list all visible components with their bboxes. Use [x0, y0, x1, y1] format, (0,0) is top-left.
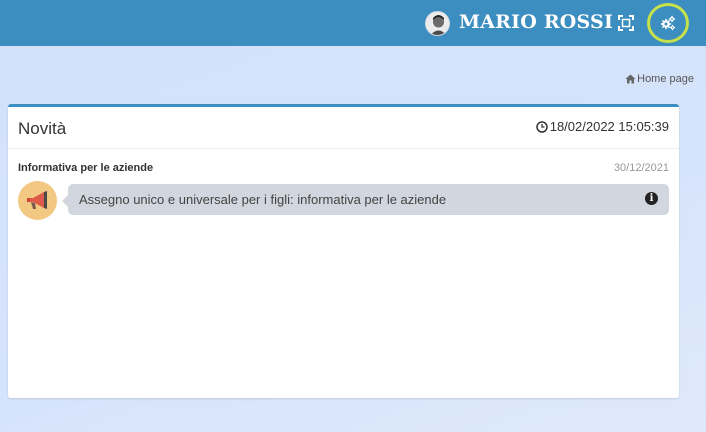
fullscreen-icon	[618, 15, 634, 31]
avatar-icon	[426, 12, 449, 35]
settings-gears-icon	[660, 15, 676, 31]
breadcrumb-home-link[interactable]: Home page	[637, 73, 694, 85]
panel-title: Novità	[18, 119, 67, 138]
datetime-value: 18/02/2022 15:05:39	[549, 119, 669, 134]
news-item-message[interactable]: Assegno unico e universale per i figli: …	[62, 184, 669, 215]
panel-header: Novità 18/02/2022 15:05:39	[8, 107, 679, 149]
clock-icon	[535, 120, 548, 133]
news-item-text: Assegno unico e universale per i figli: …	[79, 192, 447, 207]
news-panel: Novità 18/02/2022 15:05:39 Informativa p…	[8, 104, 679, 398]
news-item-header: Informativa per le aziende 30/12/2021	[18, 162, 669, 174]
info-icon[interactable]: i	[645, 192, 658, 205]
fullscreen-button[interactable]	[616, 13, 636, 33]
user-avatar[interactable]	[425, 11, 450, 36]
breadcrumb: Home page	[625, 73, 694, 85]
top-navbar: MARIO ROSSI	[0, 0, 706, 46]
news-item-date: 30/12/2021	[613, 162, 669, 174]
user-name[interactable]: MARIO ROSSI	[459, 11, 613, 33]
news-item-title: Informativa per le aziende	[18, 162, 154, 174]
panel-datetime: 18/02/2022 15:05:39	[535, 119, 669, 134]
megaphone-icon	[26, 190, 47, 209]
settings-button[interactable]	[647, 3, 689, 43]
news-item-avatar	[18, 181, 57, 220]
home-icon	[625, 74, 636, 84]
